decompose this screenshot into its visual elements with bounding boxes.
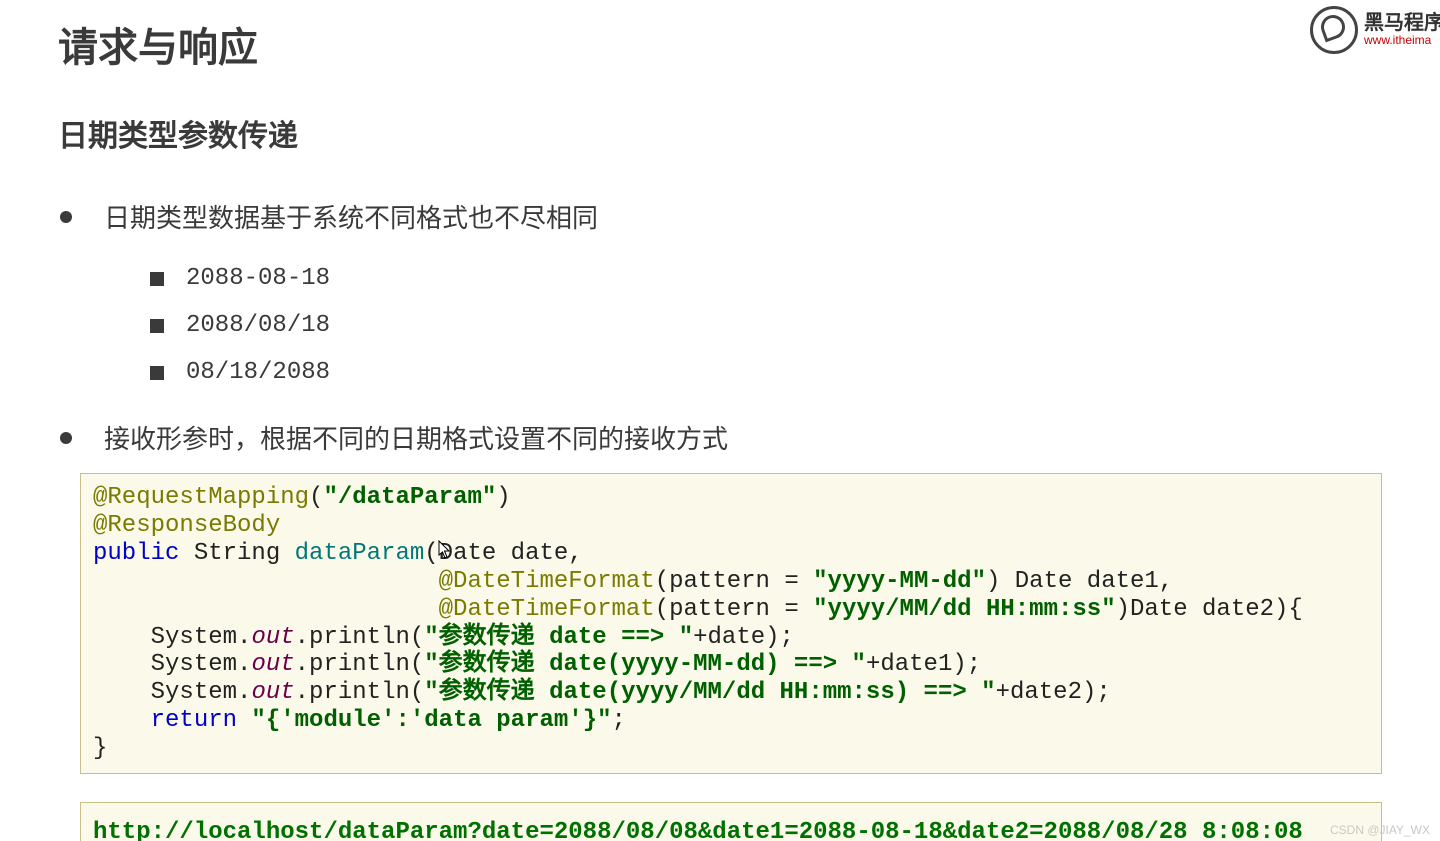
code-block-java: @RequestMapping("/dataParam") @ResponseB… [80, 473, 1382, 773]
string-literal: "参数传递 date(yyyy-MM-dd) ==> " [424, 651, 866, 678]
code-text: ( [309, 484, 323, 511]
code-text: ; [612, 707, 626, 734]
string-literal: "参数传递 date(yyyy/MM/dd HH:mm:ss) ==> " [424, 679, 995, 706]
annotation: @DateTimeFormat [439, 568, 655, 595]
string-literal: "{'module':'data param'}" [237, 707, 611, 734]
string-literal: "/dataParam" [323, 484, 496, 511]
code-text: ) [496, 484, 510, 511]
bullet-item: 接收形参时，根据不同的日期格式设置不同的接收方式 [58, 420, 1382, 459]
annotation: @DateTimeFormat [439, 596, 655, 623]
bullet-list: 日期类型数据基于系统不同格式也不尽相同 2088-08-18 2088/08/1… [58, 199, 1382, 459]
annotation: @ResponseBody [93, 512, 280, 539]
code-text: .println( [295, 624, 425, 651]
code-indent [93, 568, 439, 595]
code-text: +date1); [866, 651, 981, 678]
code-text: (Date date, [424, 540, 582, 567]
code-text: System. [151, 651, 252, 678]
code-indent [93, 679, 151, 706]
code-text: System. [151, 679, 252, 706]
string-literal: "yyyy-MM-dd" [813, 568, 986, 595]
code-text: +date2); [996, 679, 1111, 706]
horse-icon [1310, 6, 1358, 54]
string-literal: "参数传递 date ==> " [424, 624, 693, 651]
field-ref: out [251, 679, 294, 706]
code-indent [93, 651, 151, 678]
brand-url: www.itheima [1364, 34, 1440, 47]
sub-bullet-item: 2088/08/18 [104, 303, 1382, 350]
code-text: System. [151, 624, 252, 651]
watermark: CSDN @JIAY_WX [1330, 823, 1430, 837]
sub-bullet-item: 2088-08-18 [104, 256, 1382, 303]
page-title: 请求与响应 [58, 15, 1382, 73]
keyword: return [151, 707, 237, 734]
code-text: .println( [295, 651, 425, 678]
code-text: } [93, 735, 107, 762]
brand-text: 黑马程序 www.itheima [1364, 12, 1440, 47]
code-text: .println( [295, 679, 425, 706]
keyword: public [93, 540, 179, 567]
url-block: http://localhost/dataParam?date=2088/08/… [80, 802, 1382, 841]
sub-bullet-list: 2088-08-18 2088/08/18 08/18/2088 [104, 256, 1382, 396]
code-text: (pattern = [655, 568, 813, 595]
annotation: @RequestMapping [93, 484, 309, 511]
bullet-text: 日期类型数据基于系统不同格式也不尽相同 [104, 203, 598, 233]
field-ref: out [251, 624, 294, 651]
brand-logo: 黑马程序 www.itheima [1310, 6, 1440, 54]
code-text: (pattern = [655, 596, 813, 623]
slide-page: 黑马程序 www.itheima 请求与响应 日期类型参数传递 日期类型数据基于… [0, 0, 1440, 841]
method-name: dataParam [295, 540, 425, 567]
sub-bullet-item: 08/18/2088 [104, 350, 1382, 397]
bullet-item: 日期类型数据基于系统不同格式也不尽相同 2088-08-18 2088/08/1… [58, 199, 1382, 396]
code-text: ) Date date1, [986, 568, 1173, 595]
url-text: http://localhost/dataParam?date=2088/08/… [93, 819, 1303, 841]
string-literal: "yyyy/MM/dd HH:mm:ss" [813, 596, 1115, 623]
code-indent [93, 624, 151, 651]
code-text: )Date date2){ [1116, 596, 1303, 623]
section-title: 日期类型参数传递 [58, 111, 1382, 155]
code-text: +date); [693, 624, 794, 651]
code-indent [93, 596, 439, 623]
code-indent [93, 707, 151, 734]
code-text: String [179, 540, 294, 567]
brand-name-cn: 黑马程序 [1364, 12, 1440, 34]
field-ref: out [251, 651, 294, 678]
